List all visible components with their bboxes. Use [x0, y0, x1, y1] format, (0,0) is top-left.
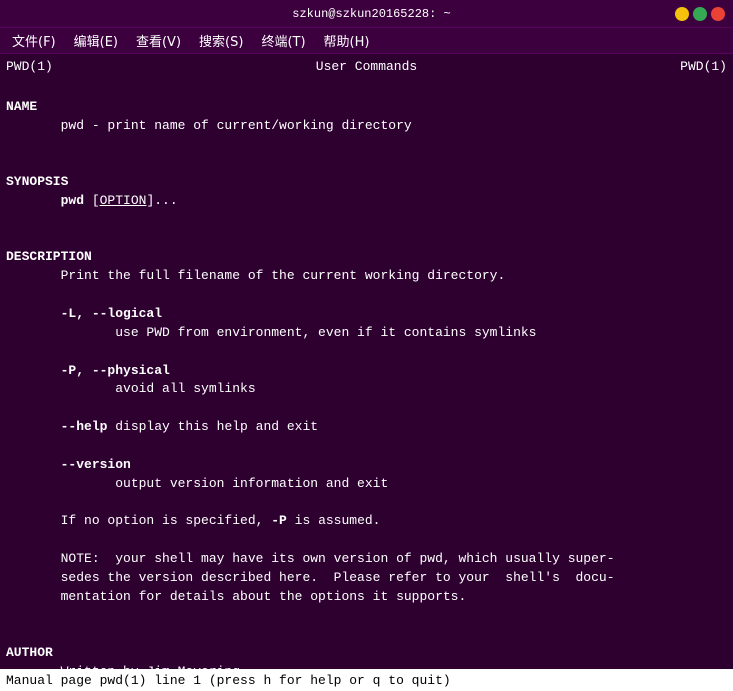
desc-version-option: --version	[6, 456, 727, 475]
man-page-header: PWD(1) User Commands PWD(1)	[6, 58, 727, 77]
titlebar: szkun@szkun20165228: ~	[0, 0, 733, 28]
desc-note-shell3: mentation for details about the options …	[6, 588, 727, 607]
desc-note-shell2: sedes the version described here. Please…	[6, 569, 727, 588]
desc-note-assumed: If no option is specified, -P is assumed…	[6, 512, 727, 531]
desc-note-shell1: NOTE: your shell may have its own versio…	[6, 550, 727, 569]
menubar: 文件(F) 编辑(E) 查看(V) 搜索(S) 终端(T) 帮助(H)	[0, 28, 733, 54]
maximize-button[interactable]	[693, 7, 707, 21]
desc-help: --help display this help and exit	[6, 418, 727, 437]
man-header-center: User Commands	[316, 58, 417, 77]
window-title: szkun@szkun20165228: ~	[68, 7, 675, 21]
statusbar: Manual page pwd(1) line 1 (press h for h…	[0, 669, 733, 691]
author-section-title: AUTHOR	[6, 625, 727, 663]
menu-help[interactable]: 帮助(H)	[316, 29, 378, 52]
man-header-left: PWD(1)	[6, 58, 53, 77]
menu-search[interactable]: 搜索(S)	[191, 29, 251, 52]
desc-version-detail: output version information and exit	[6, 475, 727, 494]
close-button[interactable]	[711, 7, 725, 21]
synopsis-command: pwd [OPTION]...	[6, 192, 727, 211]
menu-terminal[interactable]: 终端(T)	[253, 29, 313, 52]
name-section-title: NAME	[6, 79, 727, 117]
desc-P-option: -P, --physical	[6, 362, 727, 381]
desc-L-option: -L, --logical	[6, 305, 727, 324]
menu-view[interactable]: 查看(V)	[128, 29, 189, 52]
desc-section-title: DESCRIPTION	[6, 230, 727, 268]
synopsis-section-title: SYNOPSIS	[6, 154, 727, 192]
menu-edit[interactable]: 编辑(E)	[66, 29, 126, 52]
desc-L-detail: use PWD from environment, even if it con…	[6, 324, 727, 343]
name-description: pwd - print name of current/working dire…	[6, 117, 727, 136]
statusbar-text: Manual page pwd(1) line 1 (press h for h…	[6, 673, 451, 688]
desc-P-detail: avoid all symlinks	[6, 380, 727, 399]
terminal-content: PWD(1) User Commands PWD(1) NAME pwd - p…	[0, 54, 733, 669]
menu-file[interactable]: 文件(F)	[4, 29, 64, 52]
desc-line1: Print the full filename of the current w…	[6, 267, 727, 286]
minimize-button[interactable]	[675, 7, 689, 21]
man-header-right: PWD(1)	[680, 58, 727, 77]
window-controls[interactable]	[675, 7, 725, 21]
